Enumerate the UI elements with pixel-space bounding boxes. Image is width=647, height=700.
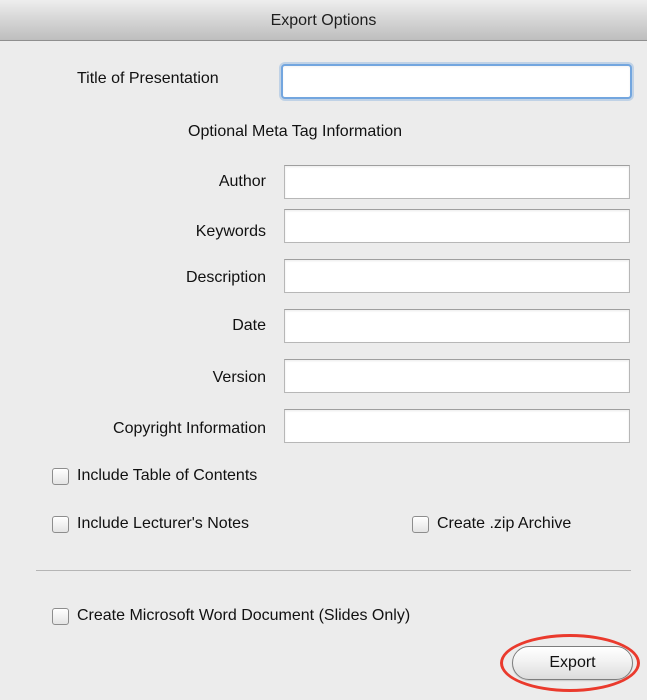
include-lecturers-notes-label: Include Lecturer's Notes bbox=[77, 515, 250, 532]
title-of-presentation-input[interactable] bbox=[281, 64, 632, 99]
create-zip-archive-label: Create .zip Archive bbox=[437, 515, 572, 532]
window-titlebar: Export Options bbox=[0, 0, 647, 41]
create-word-document-option[interactable]: Create Microsoft Word Document (Slides O… bbox=[52, 604, 410, 628]
export-options-window: Export Options Title of Presentation Opt… bbox=[0, 0, 647, 700]
optional-meta-tag-heading: Optional Meta Tag Information bbox=[188, 123, 403, 140]
create-zip-archive-checkbox[interactable] bbox=[412, 515, 429, 533]
create-word-document-label: Create Microsoft Word Document (Slides O… bbox=[77, 607, 411, 624]
export-button[interactable]: Export bbox=[512, 646, 633, 680]
copyright-information-label: Copyright Information bbox=[113, 420, 266, 437]
include-table-of-contents-label: Include Table of Contents bbox=[77, 467, 258, 484]
description-field[interactable] bbox=[284, 259, 630, 293]
author-field[interactable] bbox=[284, 165, 630, 199]
author-label: Author bbox=[218, 173, 266, 190]
include-lecturers-notes-option[interactable]: Include Lecturer's Notes bbox=[52, 512, 249, 536]
version-label: Version bbox=[212, 369, 266, 386]
date-label: Date bbox=[232, 317, 266, 334]
section-divider bbox=[36, 570, 631, 571]
title-of-presentation-label: Title of Presentation bbox=[77, 70, 219, 87]
keywords-label: Keywords bbox=[195, 223, 266, 240]
date-field[interactable] bbox=[284, 309, 630, 343]
copyright-information-field[interactable] bbox=[284, 409, 630, 443]
include-lecturers-notes-checkbox[interactable] bbox=[52, 515, 69, 533]
window-title: Export Options bbox=[270, 12, 377, 29]
include-table-of-contents-checkbox[interactable] bbox=[52, 467, 69, 485]
version-field[interactable] bbox=[284, 359, 630, 393]
keywords-field[interactable] bbox=[284, 209, 630, 243]
create-zip-archive-option[interactable]: Create .zip Archive bbox=[412, 512, 571, 536]
create-word-document-checkbox[interactable] bbox=[52, 607, 69, 625]
include-table-of-contents-option[interactable]: Include Table of Contents bbox=[52, 464, 257, 488]
description-label: Description bbox=[185, 269, 266, 286]
